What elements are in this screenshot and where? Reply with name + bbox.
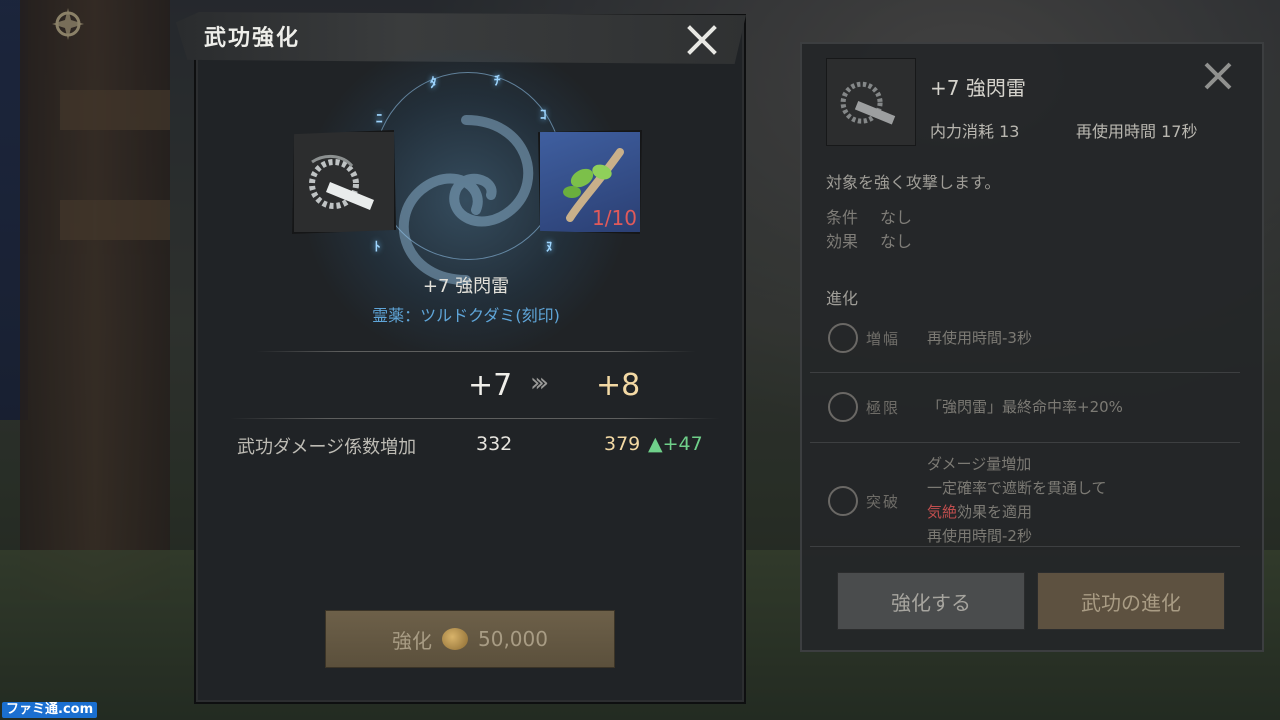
divider	[256, 351, 696, 352]
evolution-line: 再使用時間-2秒	[927, 527, 1032, 545]
skill-info-icon	[826, 58, 916, 146]
level-from: +7	[468, 368, 513, 403]
herb-name: 霊薬：ツルドクダミ(刻印)	[372, 306, 560, 325]
rune-glyph: ｺ	[540, 108, 547, 123]
skill-fist-icon	[309, 155, 374, 210]
stat-new-value: 379	[604, 433, 641, 455]
effect-value: なし	[880, 232, 913, 251]
divider	[810, 372, 1240, 373]
skill-slot[interactable]	[292, 130, 396, 234]
evolution-line: ダメージ量増加	[927, 455, 1032, 473]
divider	[230, 418, 720, 419]
evolution-text: 再使用時間-3秒	[927, 329, 1032, 347]
stat-label: 武功ダメージ係数増加	[237, 437, 417, 458]
compass-icon[interactable]	[48, 4, 88, 44]
stat-increase: ▲+47	[648, 433, 703, 455]
mp-cost: 内力消耗 13	[930, 122, 1020, 141]
evolution-text: 「強閃雷」最終命中率+20%	[927, 398, 1123, 416]
stat-old-value: 332	[476, 433, 513, 455]
evolution-title: 進化	[826, 289, 859, 308]
stun-keyword: 気絶	[927, 503, 958, 521]
evolution-icon	[828, 392, 858, 422]
rune-glyph: ﾄ	[374, 240, 381, 255]
rune-glyph: ﾀ	[430, 76, 437, 91]
side-panel-close-button[interactable]	[1198, 56, 1238, 96]
skill-fist-icon	[840, 81, 896, 125]
evolution-line: 一定確率で遮断を貫通して	[927, 479, 1107, 497]
rune-ring	[374, 72, 562, 260]
enhance-cost: 50,000	[478, 627, 548, 651]
evolution-icon	[828, 323, 858, 353]
skill-name: +7 強閃雷	[422, 276, 510, 297]
evolution-line: 気絶効果を適用	[927, 500, 1107, 524]
skill-info-title: +7 強閃雷	[930, 76, 1026, 100]
rune-glyph: ﾁ	[494, 74, 501, 89]
evolution-text: ダメージ量増加 一定確率で遮断を貫通して 気絶効果を適用 再使用時間-2秒	[927, 452, 1107, 548]
evolution-name: 増幅	[866, 330, 901, 348]
close-icon	[687, 25, 717, 55]
level-to: +8	[596, 368, 641, 403]
evolution-icon	[828, 486, 858, 516]
divider	[810, 546, 1240, 547]
enhance-button[interactable]: 強化 50,000	[325, 610, 615, 668]
enhance-button-label: 強化	[392, 628, 432, 653]
watermark: ファミ通.com	[2, 702, 98, 718]
coin-icon	[442, 628, 468, 650]
skill-description: 対象を強く攻撃します。	[826, 173, 1001, 192]
condition-label: 条件	[826, 208, 859, 227]
effect-label: 効果	[826, 232, 859, 251]
level-arrows: ›››	[530, 368, 549, 398]
rune-glyph: ﾇ	[546, 240, 553, 255]
evolution-name: 突破	[866, 493, 901, 511]
evolve-skill-button[interactable]: 武功の進化	[1037, 572, 1225, 630]
condition-value: なし	[880, 208, 913, 227]
evolution-name: 極限	[866, 399, 901, 417]
cooldown: 再使用時間 17秒	[1076, 122, 1198, 141]
close-icon	[1204, 62, 1232, 90]
enhance-skill-button[interactable]: 強化する	[837, 572, 1025, 630]
rune-glyph: ﾆ	[376, 112, 383, 127]
dialog-title: 武功強化	[204, 26, 301, 51]
divider	[810, 442, 1240, 443]
evolution-line-rest: 効果を適用	[957, 503, 1033, 521]
close-button[interactable]	[682, 20, 722, 60]
herb-count: 1/10	[592, 206, 637, 230]
